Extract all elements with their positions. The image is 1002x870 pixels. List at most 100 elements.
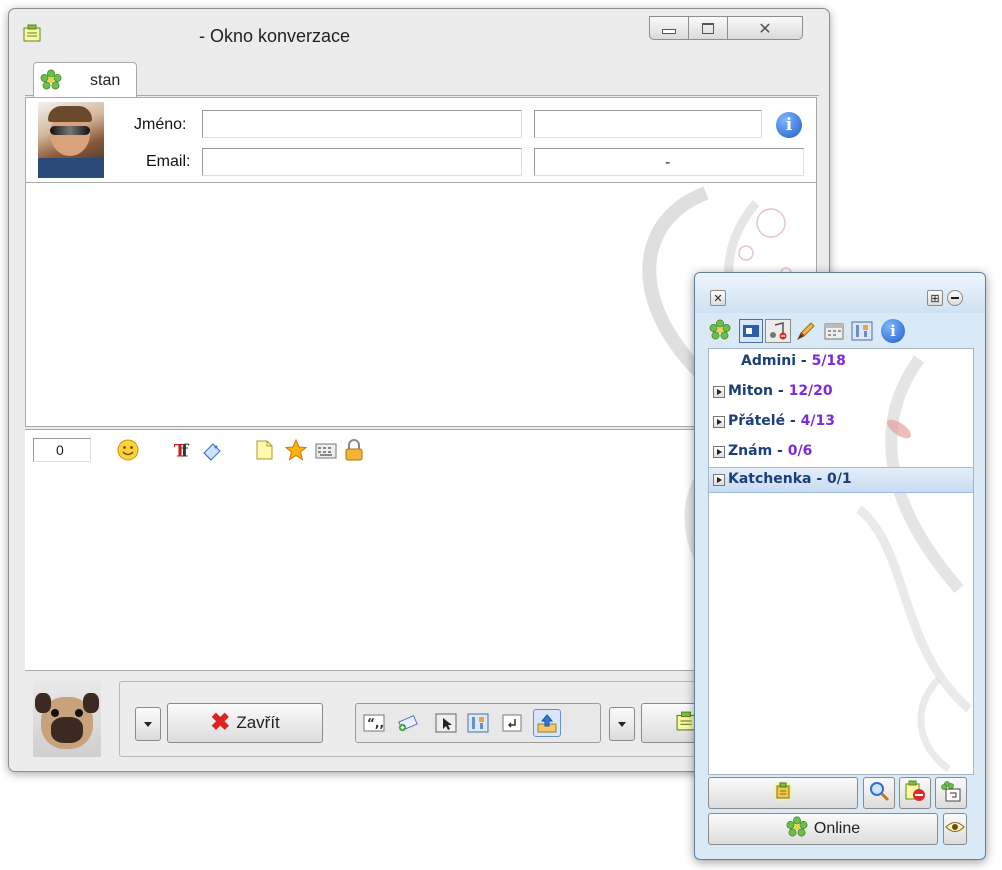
close-conversation-button[interactable]: ✖ Zavřít: [167, 703, 323, 743]
contact-list-minimize-button[interactable]: [947, 290, 963, 306]
minimize-button[interactable]: [649, 16, 689, 40]
chevron-down-icon-2: [618, 721, 626, 727]
group-znam[interactable]: Znám - 0/6: [709, 439, 973, 465]
chevron-down-icon: [144, 721, 152, 727]
keyboard-icon[interactable]: [315, 439, 337, 461]
group-katchenka[interactable]: Katchenka - 0/1: [709, 467, 973, 493]
send-file-icon[interactable]: [533, 709, 561, 737]
group-label: Znám - 0/6: [728, 443, 812, 459]
close-icon: ✕: [758, 18, 772, 38]
svg-text:“,,: “,,: [367, 716, 384, 730]
name-label: Jméno:: [134, 116, 187, 133]
star-icon[interactable]: [285, 439, 307, 461]
app-icon: [23, 24, 41, 46]
character-counter-value: 0: [56, 442, 64, 458]
group-name: Admini -: [741, 353, 812, 369]
contact-avatar: [38, 102, 104, 178]
online-status-icon: [786, 816, 808, 843]
clear-text-icon[interactable]: [201, 439, 223, 461]
group-admini[interactable]: Admini - 5/18: [709, 349, 973, 375]
group-count: 4/13: [800, 413, 835, 429]
eye-icon: [945, 820, 965, 839]
add-contact-icon: [772, 780, 794, 807]
group-miton[interactable]: Miton - 12/20: [709, 379, 973, 405]
expand-arrow-icon[interactable]: [713, 416, 725, 428]
group-name: Znám -: [728, 443, 788, 459]
close-icon-small: ✕: [713, 292, 723, 305]
lock-icon[interactable]: [343, 439, 365, 461]
group-name: Přátelé -: [728, 413, 801, 429]
settings-icon[interactable]: [851, 320, 873, 342]
group-label: Admini - 5/18: [741, 353, 846, 369]
svg-text:f: f: [181, 441, 189, 460]
maximize-button[interactable]: [688, 16, 728, 40]
search-icon: [868, 780, 890, 807]
settings-tools-icon[interactable]: [467, 712, 489, 734]
status-button[interactable]: Online: [708, 813, 938, 845]
close-options-dropdown[interactable]: [135, 707, 161, 741]
title-bar: - Okno konverzace ✕: [9, 9, 829, 53]
nickname-field[interactable]: [534, 110, 762, 138]
font-style-icon[interactable]: Tf: [173, 439, 195, 461]
expand-arrow-icon[interactable]: [713, 474, 725, 486]
close-window-button[interactable]: ✕: [727, 16, 803, 40]
insert-return-icon[interactable]: [501, 712, 523, 734]
group-label: Katchenka - 0/1: [728, 471, 852, 487]
restore-icon: ⊞: [930, 292, 940, 305]
expand-arrow-icon[interactable]: [713, 386, 725, 398]
tab-bar: [25, 59, 819, 96]
icq-flower-icon: [40, 69, 62, 95]
contact-list-window: ✕ ⊞ i Admini - 5/18 Miton - 12/20 Přátel…: [694, 272, 986, 860]
group-pratele[interactable]: Přátelé - 4/13: [709, 409, 973, 435]
music-icon[interactable]: [765, 319, 791, 343]
note-icon[interactable]: [253, 439, 275, 461]
character-counter: 0: [33, 438, 91, 462]
video-window-icon[interactable]: [739, 319, 763, 343]
group-count: 12/20: [788, 383, 833, 399]
email-field[interactable]: [202, 148, 522, 176]
close-button-label: Zavřít: [236, 713, 280, 732]
calendar-icon[interactable]: [823, 320, 845, 342]
cursor-select-icon[interactable]: [435, 712, 457, 734]
contact-groups-list: Admini - 5/18 Miton - 12/20 Přátelé - 4/…: [708, 348, 974, 775]
block-list-icon: [904, 780, 926, 807]
info-icon[interactable]: i: [776, 112, 802, 138]
history-button[interactable]: [935, 777, 967, 809]
icq-menu-icon[interactable]: [709, 319, 731, 341]
contact-list-close-button[interactable]: ✕: [710, 290, 726, 306]
expand-arrow-icon[interactable]: [713, 446, 725, 458]
pencil-icon[interactable]: [795, 320, 817, 342]
send-email-icon[interactable]: [397, 712, 419, 734]
quote-icon[interactable]: “,,: [363, 712, 385, 734]
contact-info-panel: Jméno: Email: - i: [25, 97, 817, 183]
group-count: 0/1: [827, 471, 852, 487]
tab-stan[interactable]: stan: [33, 62, 137, 98]
status-label: Online: [813, 820, 861, 837]
email-label: Email:: [146, 153, 191, 170]
history-icon: [940, 780, 962, 807]
add-contact-button[interactable]: [708, 777, 858, 809]
group-count: 0/6: [787, 443, 813, 459]
red-x-icon: ✖: [210, 709, 231, 736]
group-name: Miton -: [728, 383, 789, 399]
visibility-button[interactable]: [943, 813, 967, 845]
group-label: Miton - 12/20: [728, 383, 833, 399]
group-name: Katchenka -: [728, 471, 828, 487]
email-extra-value: -: [665, 154, 671, 171]
search-button[interactable]: [863, 777, 895, 809]
window-title: - Okno konverzace: [199, 26, 351, 46]
block-list-button[interactable]: [899, 777, 931, 809]
info-icon-contact-list[interactable]: i: [881, 319, 905, 343]
send-options-dropdown[interactable]: [609, 707, 635, 741]
own-avatar: [33, 681, 101, 757]
minimize-icon: [662, 28, 676, 34]
send-icon: [676, 711, 696, 736]
email-extra-field[interactable]: -: [534, 148, 804, 176]
contact-list-restore-button[interactable]: ⊞: [927, 290, 943, 306]
group-label: Přátelé - 4/13: [728, 413, 835, 429]
tab-label: stan: [90, 72, 121, 89]
maximize-icon: [702, 22, 714, 34]
smiley-icon[interactable]: [117, 439, 139, 461]
name-field[interactable]: [202, 110, 522, 138]
minimize-icon-small: [951, 297, 959, 299]
